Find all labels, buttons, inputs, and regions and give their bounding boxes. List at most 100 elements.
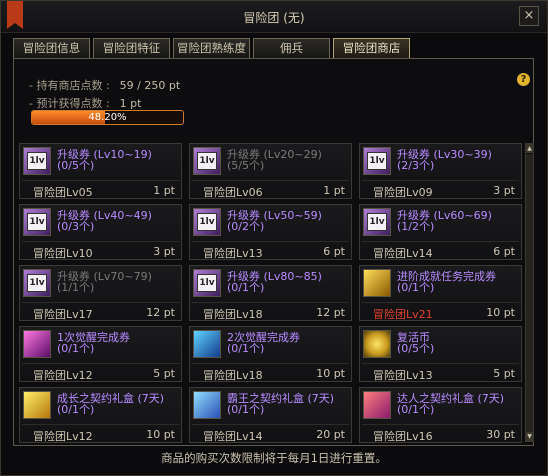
awakening-ticket-1-icon[interactable] [23, 330, 51, 358]
item-purchase-count: (0/1个) [57, 403, 95, 416]
level-up-ticket-icon[interactable]: 1lv [363, 208, 391, 236]
points-line: - 持有商店点数 : 59 / 250 pt [29, 77, 180, 93]
points-label: - 持有商店点数 : [29, 79, 110, 92]
item-price: 10 pt [316, 367, 345, 380]
shop-item-card[interactable]: 1lv 升级券 (Lv20~29) (5/5个) 冒险团Lv06 1 pt [189, 143, 352, 199]
shop-item-card[interactable]: 复活币 (0/5个) 冒险团Lv13 5 pt [359, 326, 522, 382]
growth-contract-box-icon[interactable] [23, 391, 51, 419]
item-price: 3 pt [493, 184, 515, 197]
quest-ticket-icon[interactable] [363, 269, 391, 297]
shop-item-card[interactable]: 成长之契约礼盒 (7天) (0/1个) 冒险团Lv12 10 pt [19, 387, 182, 443]
item-required-level: 冒险团Lv18 [203, 308, 263, 321]
tab-team-traits[interactable]: 冒险团特征 [93, 38, 170, 58]
tab-team-shop[interactable]: 冒险团商店 [333, 38, 410, 58]
revive-coin-icon[interactable] [363, 330, 391, 358]
scroll-thumb[interactable] [526, 154, 533, 432]
item-price: 1 pt [323, 184, 345, 197]
item-purchase-count: (0/1个) [397, 403, 435, 416]
shop-item-card[interactable]: 霸王之契约礼盒 (7天) (0/1个) 冒险团Lv14 20 pt [189, 387, 352, 443]
item-purchase-count: (0/2个) [227, 220, 265, 233]
item-required-level: 冒险团Lv18 [203, 369, 263, 382]
item-required-level: 冒险团Lv13 [373, 369, 433, 382]
card-divider [192, 241, 349, 242]
item-purchase-count: (0/3个) [57, 220, 95, 233]
scrollbar[interactable]: ▲ ▼ [525, 143, 534, 442]
tab-team-proficiency[interactable]: 冒险团熟练度 [173, 38, 250, 58]
level-up-ticket-icon[interactable]: 1lv [193, 269, 221, 297]
points-value: 59 / 250 pt [119, 79, 181, 92]
item-purchase-count: (0/1个) [227, 281, 265, 294]
card-divider [362, 424, 519, 425]
item-price: 1 pt [153, 184, 175, 197]
item-price: 10 pt [146, 428, 175, 441]
shop-item-card[interactable]: 达人之契约礼盒 (7天) (0/1个) 冒险团Lv16 30 pt [359, 387, 522, 443]
help-icon[interactable]: ? [517, 73, 530, 86]
card-divider [362, 363, 519, 364]
item-required-level: 冒险团Lv09 [373, 186, 433, 199]
card-divider [22, 302, 179, 303]
expected-label: - 预计获得点数 : [29, 97, 110, 110]
item-price: 30 pt [486, 428, 515, 441]
item-price: 6 pt [323, 245, 345, 258]
item-purchase-count: (1/2个) [397, 220, 435, 233]
level-up-ticket-icon[interactable]: 1lv [193, 208, 221, 236]
shop-item-card[interactable]: 1lv 升级券 (Lv50~59) (0/2个) 冒险团Lv13 6 pt [189, 204, 352, 260]
tab-bar: 冒险团信息 冒险团特征 冒险团熟练度 佣兵 冒险团商店 [13, 38, 410, 58]
master-contract-box-icon[interactable] [363, 391, 391, 419]
item-required-level: 冒险团Lv05 [33, 186, 93, 199]
shop-points-info: - 持有商店点数 : 59 / 250 pt - 预计获得点数 : 1 pt 48.… [19, 63, 533, 131]
progress-text: 48.20% [88, 112, 127, 123]
card-divider [362, 302, 519, 303]
level-up-ticket-icon[interactable]: 1lv [193, 147, 221, 175]
card-divider [192, 180, 349, 181]
adventure-team-window: 冒险团 (无) × 冒险团信息 冒险团特征 冒险团熟练度 佣兵 冒险团商店 - … [0, 0, 548, 476]
overlord-contract-box-icon[interactable] [193, 391, 221, 419]
item-purchase-count: (0/1个) [227, 403, 265, 416]
shop-item-card[interactable]: 1lv 升级券 (Lv70~79) (1/1个) 冒险团Lv17 12 pt [19, 265, 182, 321]
tab-team-info[interactable]: 冒险团信息 [13, 38, 90, 58]
item-price: 5 pt [493, 367, 515, 380]
item-price: 12 pt [316, 306, 345, 319]
shop-item-card[interactable]: 进阶成就任务完成券 (0/1个) 冒险团Lv21 10 pt [359, 265, 522, 321]
shop-item-card[interactable]: 1lv 升级券 (Lv60~69) (1/2个) 冒险团Lv14 6 pt [359, 204, 522, 260]
item-required-level: 冒险团Lv13 [203, 247, 263, 260]
points-progress-bar: 48.20% [31, 110, 184, 125]
shop-item-card[interactable]: 1次觉醒完成券 (0/1个) 冒险团Lv12 5 pt [19, 326, 182, 382]
shop-item-card[interactable]: 1lv 升级券 (Lv10~19) (0/5个) 冒险团Lv05 1 pt [19, 143, 182, 199]
item-required-level: 冒险团Lv12 [33, 369, 93, 382]
item-purchase-count: (0/5个) [57, 159, 95, 172]
level-up-ticket-icon[interactable]: 1lv [363, 147, 391, 175]
item-purchase-count: (5/5个) [227, 159, 265, 172]
level-up-ticket-icon[interactable]: 1lv [23, 269, 51, 297]
item-purchase-count: (0/5个) [397, 342, 435, 355]
close-button[interactable]: × [519, 6, 539, 26]
card-divider [192, 424, 349, 425]
shop-item-card[interactable]: 1lv 升级券 (Lv80~85) (0/1个) 冒险团Lv18 12 pt [189, 265, 352, 321]
shop-item-card[interactable]: 1lv 升级券 (Lv40~49) (0/3个) 冒险团Lv10 3 pt [19, 204, 182, 260]
item-required-level: 冒险团Lv12 [33, 430, 93, 443]
card-divider [22, 363, 179, 364]
expected-value: 1 pt [119, 97, 142, 110]
item-required-level: 冒险团Lv06 [203, 186, 263, 199]
item-required-level: 冒险团Lv14 [373, 247, 433, 260]
shop-item-card[interactable]: 2次觉醒完成券 (0/1个) 冒险团Lv18 10 pt [189, 326, 352, 382]
scroll-up-arrow-icon[interactable]: ▲ [526, 144, 533, 153]
level-up-ticket-icon[interactable]: 1lv [23, 147, 51, 175]
awakening-ticket-2-icon[interactable] [193, 330, 221, 358]
expected-line: - 预计获得点数 : 1 pt [29, 95, 141, 111]
tab-mercenary[interactable]: 佣兵 [253, 38, 330, 58]
item-required-level: 冒险团Lv14 [203, 430, 263, 443]
item-price: 3 pt [153, 245, 175, 258]
scroll-down-arrow-icon[interactable]: ▼ [526, 432, 533, 441]
card-divider [22, 424, 179, 425]
item-price: 6 pt [493, 245, 515, 258]
item-required-level: 冒险团Lv16 [373, 430, 433, 443]
item-purchase-count: (0/1个) [227, 342, 265, 355]
item-purchase-count: (0/1个) [397, 281, 435, 294]
shop-item-card[interactable]: 1lv 升级券 (Lv30~39) (2/3个) 冒险团Lv09 3 pt [359, 143, 522, 199]
title-bar[interactable]: 冒险团 (无) × [1, 1, 547, 33]
item-required-level: 冒险团Lv17 [33, 308, 93, 321]
level-up-ticket-icon[interactable]: 1lv [23, 208, 51, 236]
card-divider [192, 363, 349, 364]
item-required-level: 冒险团Lv21 [373, 308, 433, 321]
